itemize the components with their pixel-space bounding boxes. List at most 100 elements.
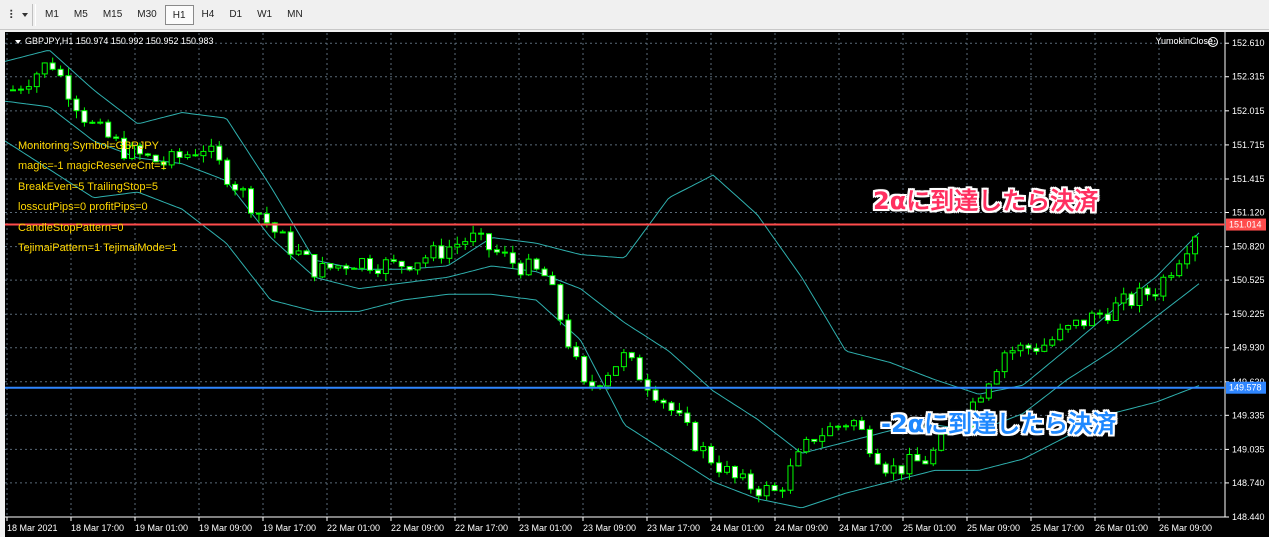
timeframe-button-h1[interactable]: H1 [164,5,194,25]
candle-body [819,435,826,442]
candle-body [850,420,857,427]
candle-body [1049,339,1056,346]
candle-body [10,89,16,92]
candle-body [565,319,572,348]
chart-canvas[interactable]: 152.610 152.315 152.015 151.715 151.415 151.1… [5,32,1269,537]
x-tick-label: 19 Mar 09:00 [199,523,252,533]
y-tick-label: 151.715 [1232,140,1265,150]
candle-body [684,412,691,423]
candle-body [755,488,762,497]
y-tick-label: 148.740 [1232,478,1265,488]
candle-body [525,258,532,276]
candle-body [351,267,358,270]
candle-body [858,420,865,430]
toolbar-separator [32,4,36,26]
candle-body [1136,287,1143,307]
candle-body [335,265,342,269]
expert-advisor-label: YumokinClose [1155,36,1213,46]
candle-body [367,258,373,271]
toolbar: ⠇ M1 M5 M15 M30 H1 H4 D1 W1 MN [0,0,1269,30]
x-tick-label: 19 Mar 17:00 [263,523,316,533]
candle-body [1041,344,1048,352]
candle-body [501,251,508,254]
candle-body [17,88,24,91]
ea-info-panel: Monitoring Symbol=GBPJPY magic=-1 magicR… [18,136,177,258]
info-line: BreakEven=5 TrailingStop=5 [18,180,159,193]
candle-body [216,145,223,161]
candle-body [478,232,485,235]
candle-body [1104,313,1111,321]
candle-body [343,265,350,270]
candle-body [636,357,643,381]
candle-body [549,275,556,286]
upper-band-annotation: 2αに到達したら決済 [873,187,1099,215]
candle-body [882,463,889,474]
candle-body [977,397,984,403]
candle-body [1144,287,1151,296]
y-tick-label: 152.610 [1232,38,1265,48]
candle-body [263,213,270,224]
x-tick-label: 25 Mar 17:00 [1031,523,1084,533]
candle-body [557,284,564,321]
candle-body [605,374,611,387]
candle-body [811,438,818,442]
timeframe-button-m30[interactable]: M30 [130,5,163,25]
timeframe-button-w1[interactable]: W1 [250,5,279,25]
timeframe-button-m15[interactable]: M15 [96,5,129,25]
y-tick-label: 152.315 [1232,72,1265,82]
x-tick-label: 18 Mar 17:00 [71,523,124,533]
timeframe-button-mn[interactable]: MN [280,5,310,25]
candle-body [390,259,397,262]
chevron-down-icon[interactable] [22,13,28,17]
candle-body [589,381,596,387]
candle-body [731,465,738,479]
y-tick-label: 149.930 [1232,343,1265,353]
x-tick-label: 23 Mar 17:00 [647,523,700,533]
timeframe-button-d1[interactable]: D1 [222,5,249,25]
candle-body [692,421,699,452]
candle-body [303,250,310,256]
candle-body [382,259,389,275]
candle-body [1025,344,1032,349]
timeframe-button-m1[interactable]: M1 [38,5,66,25]
symbol-header-text: GBPJPY,H1 150.974 150.992 150.952 150.98… [25,36,214,46]
candle-body [41,62,48,75]
candle-body [192,154,199,157]
candle-body [1120,293,1127,304]
candle-body [803,438,810,453]
candle-body [255,212,262,215]
candle-body [73,98,80,112]
candle-body [1096,312,1103,315]
candle-body [311,254,318,278]
candle-body [406,266,413,271]
x-tick-label: 24 Mar 17:00 [839,523,892,533]
candle-body [1152,294,1159,297]
chart-background [5,32,1269,537]
candle-body [724,465,730,473]
info-line: CandleStopPattern=0 [18,221,124,234]
candle-body [771,484,778,492]
timeframe-button-h4[interactable]: H4 [195,5,222,25]
candle-body [668,402,675,411]
y-tick-label: 148.440 [1232,512,1265,522]
candle-body [279,231,286,234]
candle-body [446,246,453,259]
smiley-eye [1213,40,1216,42]
candle-body [430,245,437,259]
candle-body [541,268,548,277]
expert-advisor-name: YumokinClose [1155,36,1213,46]
candle-body [240,188,247,191]
line-tools-icon[interactable]: ⠇ [4,7,22,23]
candle-body [374,269,381,275]
price-chart[interactable]: 152.610 152.315 152.015 151.715 151.415 151.1… [5,32,1269,537]
x-tick-label: 22 Mar 01:00 [327,523,380,533]
x-tick-label: 23 Mar 09:00 [583,523,636,533]
timeframe-button-m5[interactable]: M5 [67,5,95,25]
candle-body [97,121,104,124]
candle-body [208,145,215,152]
dropdown-arrow-icon[interactable] [15,39,21,44]
candle-body [795,451,802,467]
candle-body [930,449,937,465]
candle-body [224,159,231,185]
candle-body [866,428,873,455]
